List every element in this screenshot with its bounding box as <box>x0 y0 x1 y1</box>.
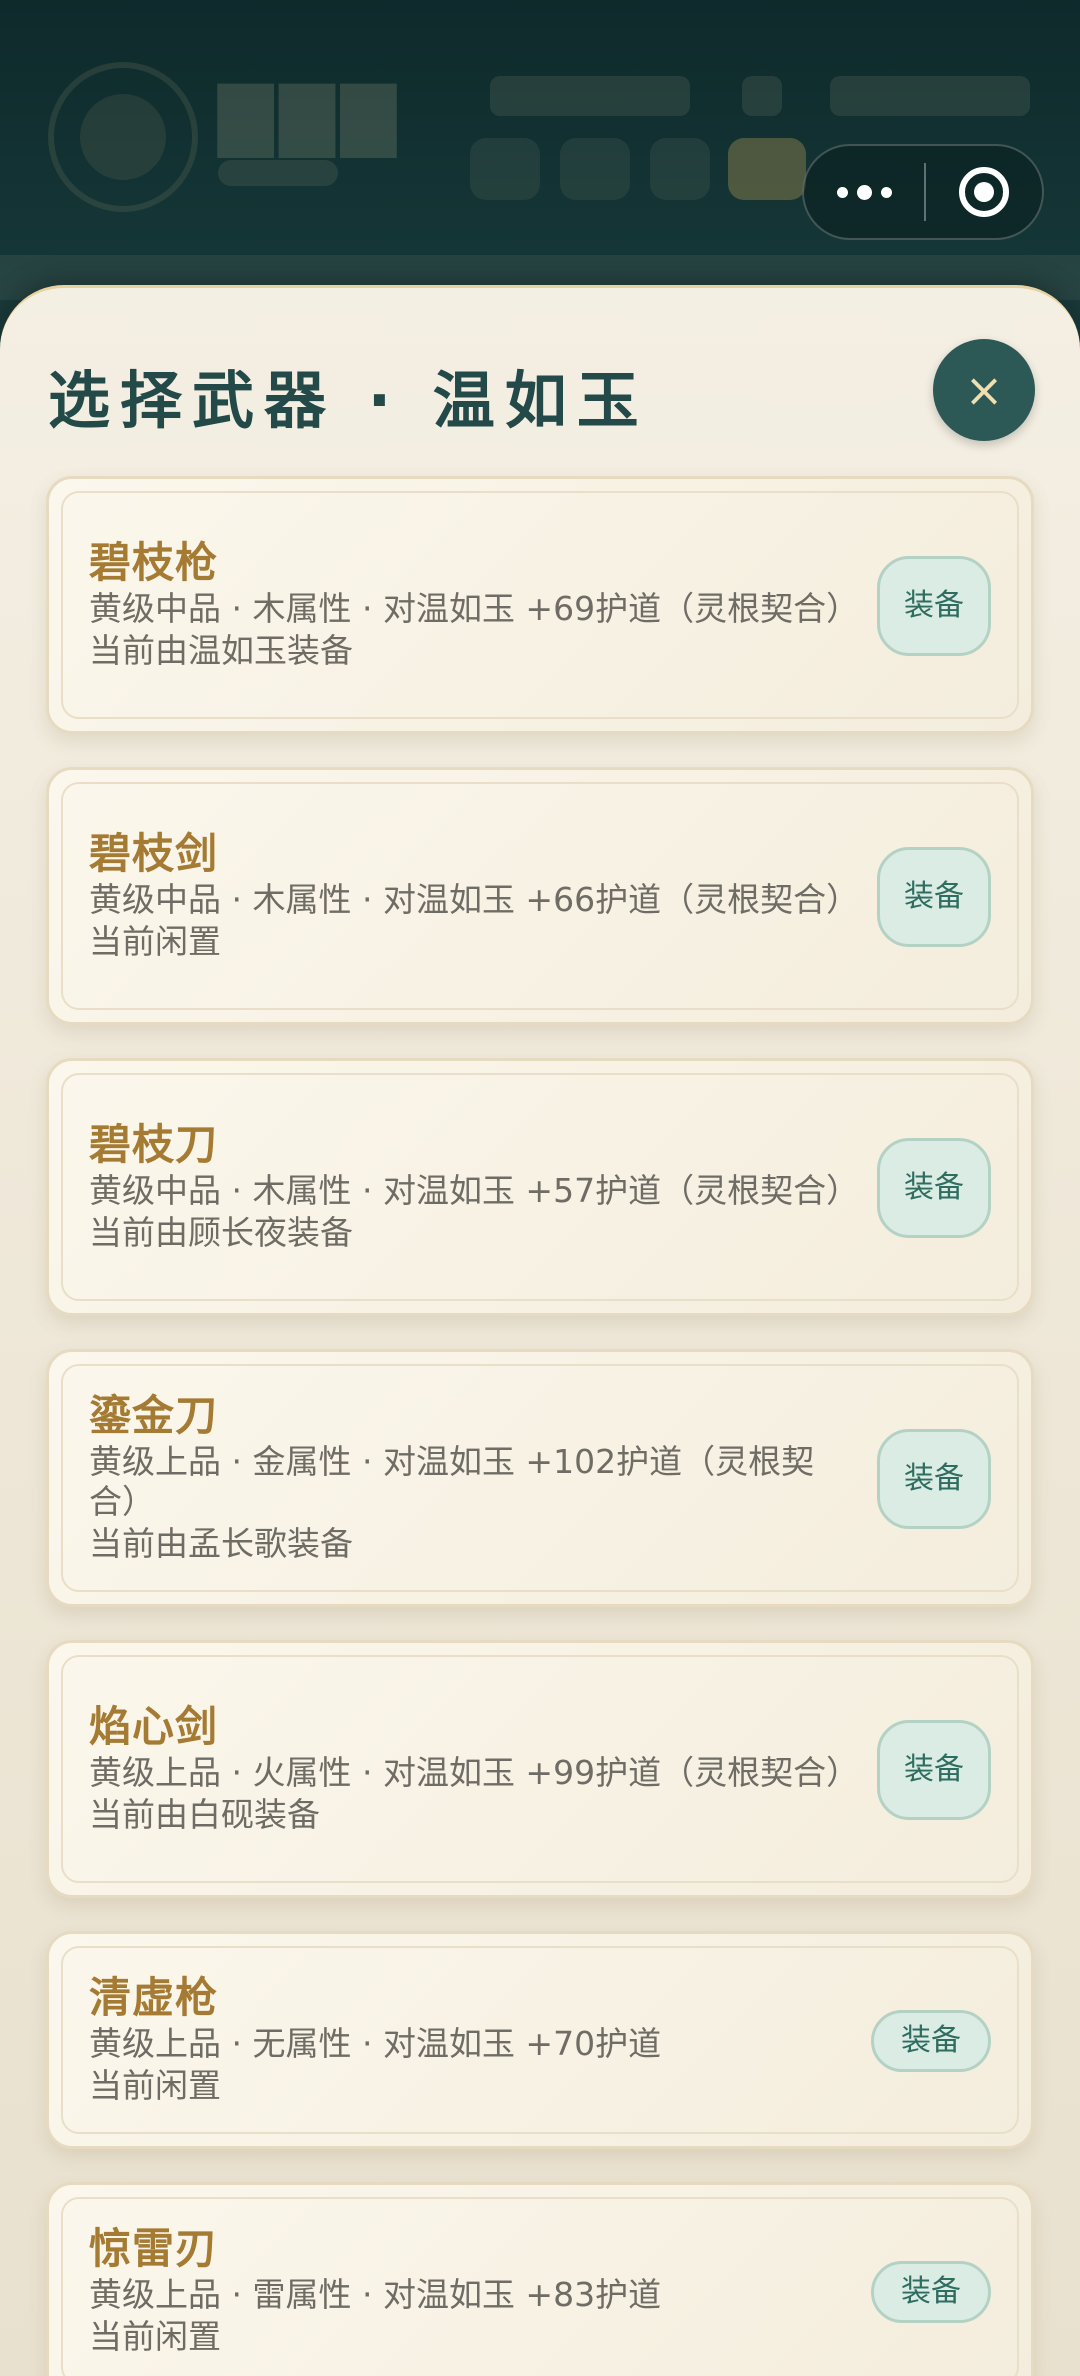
weapon-description: 黄级中品 · 木属性 · 对温如玉 +66护道（灵根契合） <box>89 880 860 919</box>
miniprogram-capsule <box>802 144 1044 240</box>
equip-button[interactable]: 装备 <box>877 847 991 947</box>
weapon-description: 黄级上品 · 无属性 · 对温如玉 +70护道 <box>89 2024 662 2063</box>
weapon-card: 清虚枪 黄级上品 · 无属性 · 对温如玉 +70护道 当前闲置 装备 <box>46 1931 1034 2149</box>
weapon-card: 碧枝剑 黄级中品 · 木属性 · 对温如玉 +66护道（灵根契合） 当前闲置 装… <box>46 767 1034 1025</box>
weapon-status: 当前闲置 <box>89 2317 221 2356</box>
weapon-select-sheet: 选择武器 · 温如玉 × 碧枝枪 黄级中品 · 木属性 · 对温如玉 +69护道… <box>0 285 1080 2376</box>
background-subtitle-shape <box>218 160 338 186</box>
weapon-description: 黄级上品 · 金属性 · 对温如玉 +102护道（灵根契合） <box>89 1442 815 1521</box>
weapon-description: 黄级中品 · 木属性 · 对温如玉 +69护道（灵根契合） <box>89 589 860 628</box>
weapon-name: 鎏金刀 <box>89 1391 219 1440</box>
weapon-card: 焰心剑 黄级上品 · 火属性 · 对温如玉 +99护道（灵根契合） 当前由白砚装… <box>46 1640 1034 1898</box>
equip-button[interactable]: 装备 <box>877 556 991 656</box>
weapon-name: 清虚枪 <box>89 1973 219 2022</box>
weapon-name: 惊雷刃 <box>89 2224 219 2273</box>
close-icon: × <box>964 363 1004 417</box>
equip-button[interactable]: 装备 <box>877 1429 991 1529</box>
more-dots-icon[interactable] <box>804 146 924 238</box>
equip-button[interactable]: 装备 <box>877 1138 991 1238</box>
background-emblem-icon <box>48 62 198 212</box>
weapon-card: 鎏金刀 黄级上品 · 金属性 · 对温如玉 +102护道（灵根契合） 当前由孟长… <box>46 1349 1034 1607</box>
weapon-status: 当前由孟长歌装备 <box>89 1524 353 1563</box>
weapon-card: 碧枝枪 黄级中品 · 木属性 · 对温如玉 +69护道（灵根契合） 当前由温如玉… <box>46 476 1034 734</box>
weapon-name: 碧枝剑 <box>89 829 219 878</box>
target-circle-icon[interactable] <box>926 146 1042 238</box>
weapon-name: 碧枝枪 <box>89 538 219 587</box>
background-pill <box>650 138 710 200</box>
weapon-status: 当前由白砚装备 <box>89 1795 320 1834</box>
background-stat <box>830 76 1030 116</box>
weapon-list: 碧枝枪 黄级中品 · 木属性 · 对温如玉 +69护道（灵根契合） 当前由温如玉… <box>46 476 1034 2376</box>
background-stat <box>742 76 782 116</box>
close-button[interactable]: × <box>933 339 1035 441</box>
weapon-status: 当前由顾长夜装备 <box>89 1213 353 1252</box>
equip-button[interactable]: 装备 <box>877 1720 991 1820</box>
background-title-shape: ▇▇▇ <box>218 72 403 157</box>
background-pill <box>560 138 630 200</box>
weapon-description: 黄级上品 · 雷属性 · 对温如玉 +83护道 <box>89 2275 662 2314</box>
background-pill <box>728 138 806 200</box>
sheet-title: 选择武器 · 温如玉 <box>48 364 649 437</box>
equip-button[interactable]: 装备 <box>871 2010 991 2072</box>
background-pill <box>470 138 540 200</box>
weapon-status: 当前闲置 <box>89 2066 221 2105</box>
equip-button[interactable]: 装备 <box>871 2261 991 2323</box>
weapon-status: 当前闲置 <box>89 922 221 961</box>
weapon-description: 黄级上品 · 火属性 · 对温如玉 +99护道（灵根契合） <box>89 1753 860 1792</box>
weapon-description: 黄级中品 · 木属性 · 对温如玉 +57护道（灵根契合） <box>89 1171 860 1210</box>
weapon-status: 当前由温如玉装备 <box>89 631 353 670</box>
weapon-card: 碧枝刀 黄级中品 · 木属性 · 对温如玉 +57护道（灵根契合） 当前由顾长夜… <box>46 1058 1034 1316</box>
weapon-name: 焰心剑 <box>89 1702 219 1751</box>
weapon-card: 惊雷刃 黄级上品 · 雷属性 · 对温如玉 +83护道 当前闲置 装备 <box>46 2182 1034 2376</box>
weapon-name: 碧枝刀 <box>89 1120 219 1169</box>
background-stat <box>490 76 690 116</box>
